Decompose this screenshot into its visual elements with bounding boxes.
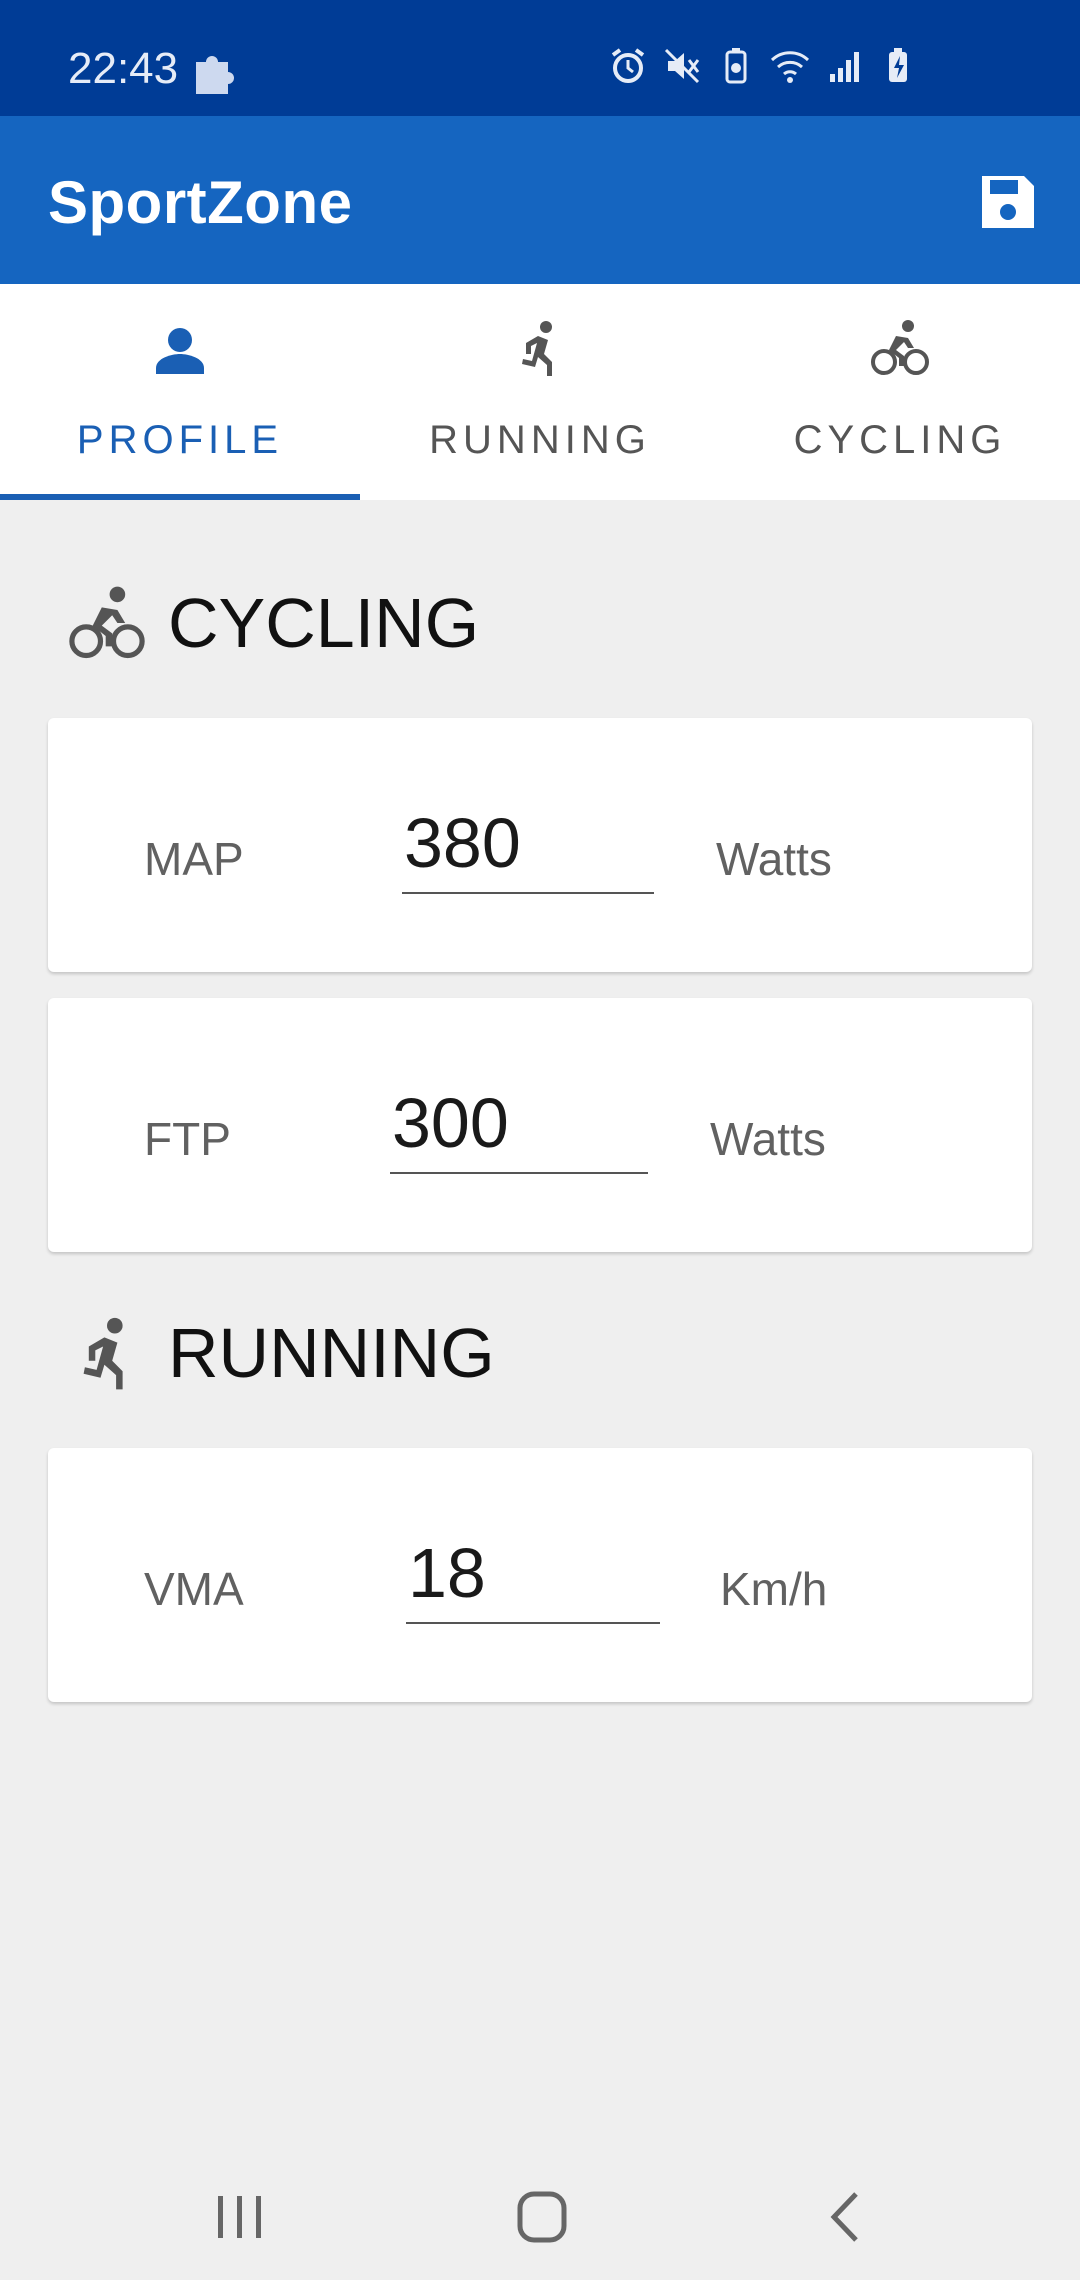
save-icon[interactable]: [978, 172, 1038, 232]
section-header-running: RUNNING: [68, 1308, 495, 1398]
field-unit-ftp: Watts: [710, 1113, 826, 1165]
map-input[interactable]: [402, 798, 654, 894]
tab-running-label: RUNNING: [429, 418, 651, 462]
field-unit-vma: Km/h: [720, 1563, 828, 1615]
home-icon[interactable]: [502, 2182, 582, 2252]
recent-apps-icon[interactable]: [200, 2182, 280, 2252]
tab-profile[interactable]: PROFILE: [0, 284, 360, 500]
battery-charging-icon: [889, 48, 907, 82]
tab-cycling[interactable]: CYCLING: [720, 284, 1080, 500]
tab-indicator: [0, 494, 360, 500]
person-icon: [156, 328, 204, 374]
alarm-icon: [611, 48, 645, 83]
back-icon[interactable]: [806, 2182, 886, 2252]
signal-icon: [830, 52, 859, 82]
field-unit-map: Watts: [716, 833, 832, 885]
tab-profile-label: PROFILE: [76, 418, 284, 462]
field-label-vma: VMA: [144, 1563, 244, 1615]
bike-icon: [871, 320, 929, 375]
puzzle-icon: [196, 56, 234, 94]
status-time: 22:43: [68, 44, 179, 93]
wifi-icon: [770, 51, 810, 83]
tab-running[interactable]: RUNNING: [360, 284, 720, 500]
vma-input[interactable]: [406, 1528, 660, 1624]
field-card-ftp: FTP Watts: [48, 998, 1032, 1252]
section-header-cycling: CYCLING: [68, 578, 479, 668]
section-title-cycling: CYCLING: [168, 584, 480, 662]
running-icon: [522, 321, 552, 376]
app-bar: SportZone: [0, 116, 1080, 284]
running-icon: [83, 1317, 123, 1390]
field-label-map: MAP: [144, 833, 244, 885]
field-label-ftp: FTP: [144, 1113, 231, 1165]
system-nav-bar: [0, 2140, 1080, 2280]
bike-icon: [69, 586, 145, 659]
status-icons: [608, 46, 918, 86]
app-title: SportZone: [48, 169, 353, 236]
field-card-map: MAP Watts: [48, 718, 1032, 972]
ftp-input[interactable]: [390, 1078, 648, 1174]
tab-cycling-label: CYCLING: [793, 418, 1007, 462]
mute-icon: [664, 48, 700, 84]
tab-bar: PROFILE RUNNING CYCLING: [0, 284, 1080, 500]
field-card-vma: VMA Km/h: [48, 1448, 1032, 1702]
status-bar: 22:43: [0, 0, 1080, 116]
battery-saver-icon: [725, 48, 747, 84]
section-title-running: RUNNING: [168, 1314, 495, 1392]
